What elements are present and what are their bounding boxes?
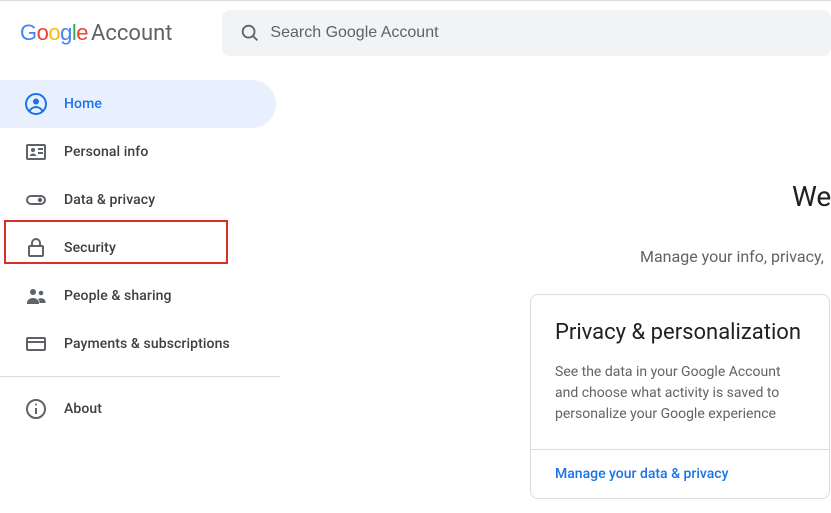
card-title: Privacy & personalization (555, 319, 805, 348)
user-circle-icon (24, 92, 48, 116)
google-logo: Google (20, 20, 88, 46)
sidebar-item-about[interactable]: About (0, 385, 280, 433)
search-icon[interactable] (230, 13, 270, 53)
sidebar-item-label: About (64, 401, 102, 417)
people-icon (24, 284, 48, 308)
sidebar-item-payments[interactable]: Payments & subscriptions (0, 320, 280, 368)
sidebar-item-label: People & sharing (64, 288, 172, 304)
card-icon (24, 332, 48, 356)
sidebar-item-personal-info[interactable]: Personal info (0, 128, 280, 176)
lock-icon (24, 236, 48, 260)
sidebar-item-label: Payments & subscriptions (64, 336, 230, 352)
account-word: Account (91, 21, 172, 46)
brand-logo[interactable]: Google Account (20, 20, 172, 46)
card-body: See the data in your Google Account and … (555, 362, 805, 425)
sidebar-item-label: Personal info (64, 144, 148, 160)
search-bar[interactable] (222, 10, 831, 56)
manage-data-link[interactable]: Manage your data & privacy (555, 450, 805, 498)
sidebar-item-security[interactable]: Security (0, 224, 280, 272)
welcome-heading: We (792, 180, 831, 213)
sidebar-item-data-privacy[interactable]: Data & privacy (0, 176, 280, 224)
sidebar-item-label: Security (64, 240, 116, 256)
info-icon (24, 397, 48, 421)
sidebar-item-label: Home (64, 96, 102, 112)
welcome-subhead: Manage your info, privacy, (640, 247, 831, 266)
privacy-card: Privacy & personalization See the data i… (530, 294, 830, 499)
search-input[interactable] (270, 24, 823, 42)
sidebar-item-people-sharing[interactable]: People & sharing (0, 272, 280, 320)
sidebar-item-label: Data & privacy (64, 192, 155, 208)
top-bar: Google Account (0, 0, 831, 64)
toggle-icon (24, 188, 48, 212)
id-card-icon (24, 140, 48, 164)
divider (0, 376, 280, 377)
sidebar: Home Personal info Data & privacy Securi… (0, 80, 280, 433)
sidebar-item-home[interactable]: Home (0, 80, 276, 128)
main-content: We Manage your info, privacy, Privacy & … (530, 180, 831, 499)
